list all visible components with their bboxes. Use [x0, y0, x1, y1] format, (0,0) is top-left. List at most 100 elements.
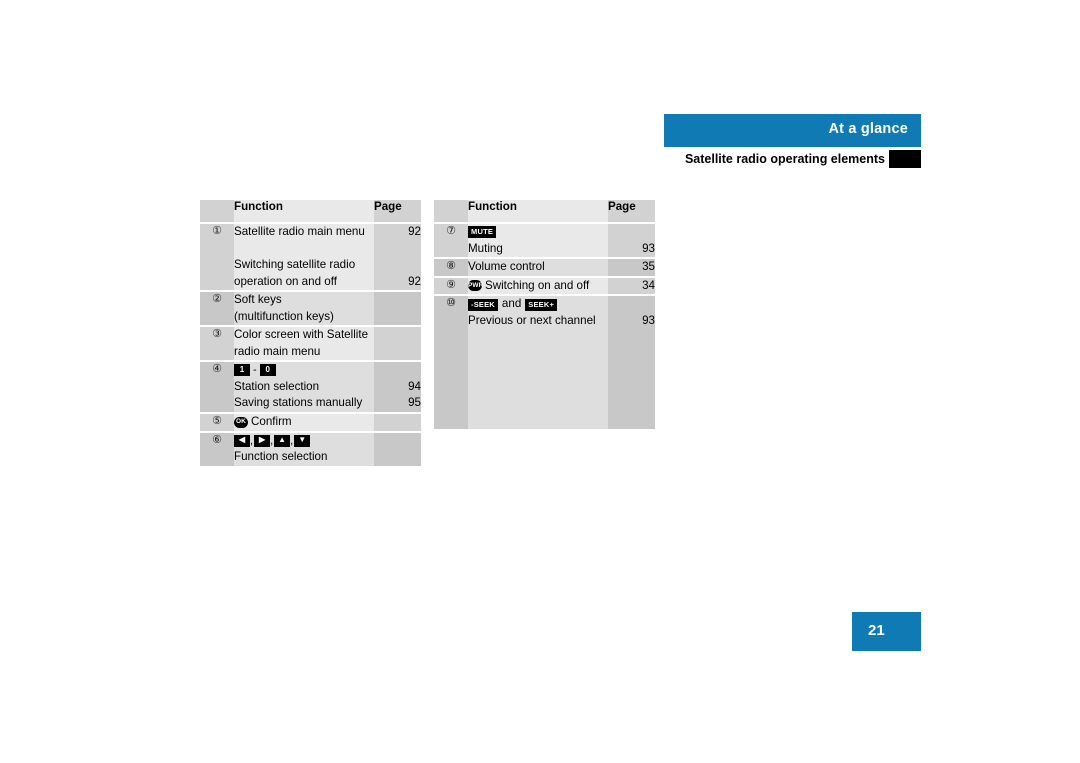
row-function: ◀, ▶, ▲, ▼ Function selection	[234, 430, 374, 466]
section-subtitle: Satellite radio operating elements	[684, 152, 885, 166]
row-function: MUTE Muting	[468, 222, 608, 258]
row-function: Color screen with Satellite radio main m…	[234, 325, 374, 361]
row-number: ③	[200, 325, 234, 361]
row-number: ①	[200, 222, 234, 291]
arrow-right-icon: ▶	[254, 434, 271, 447]
key-1-icon: 1	[234, 364, 250, 377]
page-value: 92	[408, 274, 421, 288]
row-number: ⑨	[434, 275, 468, 296]
function-line: Station selection	[234, 379, 320, 393]
row-function: Volume control	[468, 257, 608, 277]
table-row: ② Soft keys (multifunction keys)	[200, 290, 421, 326]
column-header-number	[200, 200, 234, 223]
table-row: ③ Color screen with Satellite radio main…	[200, 325, 421, 361]
row-function: OK Confirm	[234, 411, 374, 432]
seek-back-button-icon: -SEEK	[468, 298, 498, 311]
function-line-spacer	[468, 379, 608, 396]
table-row: ⑨ PWR Switching on and off 34	[434, 275, 655, 296]
function-line: Soft keys	[234, 293, 282, 306]
row-number: ④	[200, 360, 234, 413]
page-value: 94	[408, 379, 421, 393]
function-line-spacer	[468, 412, 608, 429]
conjunction-text: and	[501, 297, 522, 311]
arrow-left-icon: ◀	[234, 434, 250, 447]
function-line-spacer	[468, 396, 608, 413]
page-value: 93	[642, 313, 655, 327]
arrow-keys-line: ◀, ▶, ▲, ▼	[234, 433, 374, 450]
row-function: PWR Switching on and off	[468, 275, 608, 296]
column-header-function: Function	[234, 200, 374, 223]
operating-elements-table-right: Function Page ⑦ MUTE Muting 93 ⑧ Volume …	[434, 200, 655, 429]
function-line: Volume control	[468, 260, 545, 273]
row-page	[374, 290, 421, 326]
table-header-row: Function Page	[200, 200, 421, 223]
row-number: ②	[200, 290, 234, 326]
row-number: ⑩	[434, 294, 468, 429]
function-line-spacer	[234, 241, 374, 258]
function-line-spacer	[468, 330, 608, 347]
table-row: ⑧ Volume control 35	[434, 257, 655, 277]
table-row: ⑦ MUTE Muting 93	[434, 222, 655, 258]
function-line: (multifunction keys)	[234, 309, 334, 323]
key-0-icon: 0	[259, 364, 276, 377]
function-line: radio main menu	[234, 344, 321, 358]
function-line: Previous or next channel	[468, 314, 596, 328]
arrow-down-icon: ▼	[294, 434, 311, 447]
seek-keys-line: -SEEK and SEEK+	[468, 296, 608, 313]
function-line: Saving stations manually	[234, 396, 363, 410]
mute-key-line: MUTE	[468, 224, 608, 241]
row-page	[374, 430, 421, 466]
operating-elements-table-left: Function Page ① Satellite radio main men…	[200, 200, 421, 466]
row-page: 94 95	[374, 360, 421, 413]
confirm-key-line: OK Confirm	[234, 414, 374, 431]
page-number: 21	[868, 622, 885, 639]
row-function: Soft keys (multifunction keys)	[234, 290, 374, 326]
row-page: 93	[608, 222, 655, 258]
page-value: 92	[408, 225, 421, 238]
seek-forward-button-icon: SEEK+	[525, 298, 558, 311]
row-page	[374, 411, 421, 432]
page-value: 93	[642, 241, 655, 255]
mute-button-icon: MUTE	[468, 225, 497, 238]
row-page: 92 92	[374, 222, 421, 291]
function-line: Satellite radio main menu	[234, 225, 365, 238]
page-number-box: 21	[852, 612, 921, 651]
page-value: 95	[408, 396, 421, 409]
table-header-row: Function Page	[434, 200, 655, 223]
page-value: 35	[642, 260, 655, 273]
function-line: Muting	[468, 241, 503, 255]
row-number: ⑥	[200, 430, 234, 466]
page-value: 34	[642, 278, 655, 292]
function-line: Switching on and off	[485, 278, 590, 292]
function-line: Color screen with Satellite	[234, 328, 369, 341]
row-number: ⑦	[434, 222, 468, 258]
function-line: Function selection	[234, 450, 328, 464]
row-page	[374, 325, 421, 361]
function-line-spacer	[468, 346, 608, 363]
row-function: 1-0 Station selection Saving stations ma…	[234, 360, 374, 413]
arrow-up-icon: ▲	[274, 434, 291, 447]
column-header-number	[434, 200, 468, 223]
column-header-page: Page	[374, 200, 421, 223]
header-banner: At a glance	[664, 114, 921, 147]
black-square-marker-icon	[889, 150, 921, 168]
table-row: ① Satellite radio main menu Switching sa…	[200, 222, 421, 291]
row-number: ⑧	[434, 257, 468, 277]
table-row: ④ 1-0 Station selection Saving stations …	[200, 360, 421, 413]
row-page: 35	[608, 257, 655, 277]
table-row: ⑤ OK Confirm	[200, 411, 421, 432]
function-line: operation on and off	[234, 274, 337, 288]
row-page: 93	[608, 294, 655, 429]
column-header-function: Function	[468, 200, 608, 223]
function-line: Confirm	[251, 414, 292, 428]
row-function: Satellite radio main menu Switching sate…	[234, 222, 374, 291]
page-title: At a glance	[828, 121, 908, 137]
power-key-line: PWR Switching on and off	[468, 278, 608, 295]
table-row: ⑥ ◀, ▶, ▲, ▼ Function selection	[200, 430, 421, 466]
numeric-key-range: 1-0	[234, 362, 374, 379]
table-row: ⑩ -SEEK and SEEK+ Previous or next channel…	[434, 294, 655, 429]
section-subtitle-row: Satellite radio operating elements	[654, 150, 921, 169]
row-function: -SEEK and SEEK+ Previous or next channel	[468, 294, 608, 429]
row-number: ⑤	[200, 411, 234, 432]
ok-button-icon: OK	[234, 416, 248, 428]
